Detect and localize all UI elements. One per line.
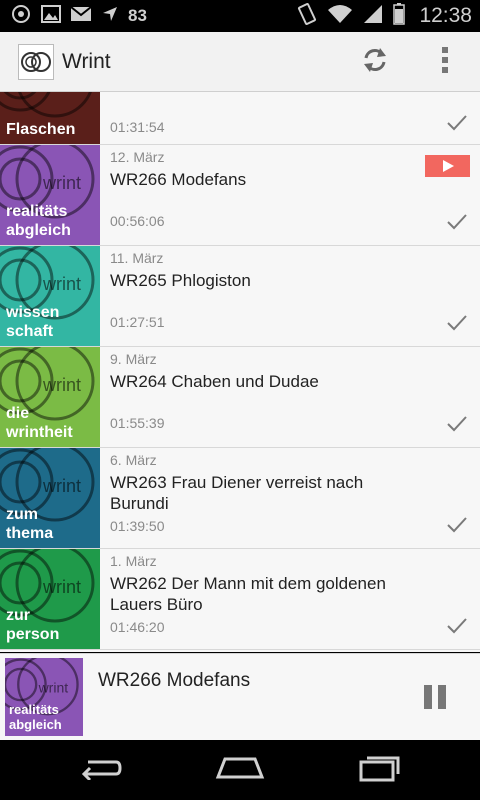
playing-indicator[interactable]	[425, 155, 470, 177]
episode-date: 12. März	[110, 149, 165, 165]
category-label: die wrintheit	[6, 405, 73, 441]
back-icon	[78, 756, 122, 785]
category-label: zur person	[6, 607, 60, 643]
podcast-logo-text: wrint	[42, 476, 81, 496]
signal-icon	[363, 4, 383, 29]
listened-check-icon[interactable]	[446, 516, 468, 534]
episode-duration: 01:55:39	[110, 415, 165, 431]
episode-title: WR262 Der Mann mit dem goldenen Lauers B…	[110, 574, 386, 614]
now-playing-title: WR266 Modefans	[98, 670, 251, 691]
episode-cover: wrint die wrintheit	[0, 347, 100, 447]
episode-row[interactable]: wrint realitäts abgleich 12. März WR266 Mode…	[0, 145, 480, 246]
episode-duration: 01:46:20	[110, 619, 165, 635]
app-title: Wrint	[62, 50, 111, 73]
episode-date: 11. März	[110, 250, 164, 266]
back-button[interactable]	[70, 750, 130, 790]
episode-title: WR263 Frau Diener verreist nach Burundi	[110, 473, 364, 513]
usb-icon	[10, 3, 32, 30]
episode-title: WR264 Chaben und Dudae	[110, 372, 319, 391]
episode-title: WR266 Modefans	[110, 170, 247, 189]
listened-check-icon[interactable]	[446, 114, 468, 132]
overflow-menu-button[interactable]	[430, 42, 460, 82]
episode-row[interactable]: wrint zum thema 6. März WR263 Frau Diener ve…	[0, 448, 480, 549]
status-bar: 83 12:38	[0, 0, 480, 32]
now-playing-bar[interactable]: wrint realitäts abgleich WR266 Modefans	[0, 653, 480, 740]
play-icon	[442, 160, 454, 172]
refresh-button[interactable]	[355, 42, 395, 82]
podcast-logo-text: wrint	[42, 375, 81, 395]
episode-date: 1. März	[110, 553, 157, 569]
episode-date: 6. März	[110, 452, 157, 468]
category-label: zum thema	[6, 506, 54, 542]
action-bar: Wrint	[0, 32, 480, 92]
episode-row[interactable]: Flaschen 01:31:54	[0, 92, 480, 145]
home-button[interactable]	[210, 750, 270, 790]
episode-list[interactable]: Flaschen 01:31:54 wrint realitäts abgleich 12…	[0, 92, 480, 652]
battery-icon	[393, 2, 406, 30]
episode-cover: wrint wissen schaft	[0, 246, 100, 346]
pause-icon	[420, 685, 450, 716]
pause-button[interactable]	[420, 682, 450, 712]
navigation-icon	[101, 5, 119, 28]
podcast-logo-text: wrint	[42, 577, 81, 597]
recents-icon	[358, 754, 402, 787]
listened-check-icon[interactable]	[446, 617, 468, 635]
episode-duration: 01:31:54	[110, 119, 165, 135]
episode-title: WR265 Phlogiston	[110, 271, 251, 290]
episode-duration: 01:39:50	[110, 518, 165, 534]
episode-row[interactable]: wrint die wrintheit 9. März WR264 Chaben und…	[0, 347, 480, 448]
category-label: Flaschen	[6, 121, 76, 138]
listened-check-icon[interactable]	[446, 415, 468, 433]
navigation-bar	[0, 740, 480, 800]
category-label: realitäts abgleich	[6, 203, 71, 239]
category-label: realitäts abgleich	[9, 702, 62, 732]
category-label: wissen schaft	[6, 304, 60, 340]
gmail-icon	[70, 5, 92, 27]
image-icon	[41, 4, 61, 28]
listened-check-icon[interactable]	[446, 314, 468, 332]
episode-cover: wrint zur person	[0, 549, 100, 649]
podcast-logo-text: wrint	[42, 173, 81, 193]
battery-level-text: 83	[128, 6, 147, 25]
episode-row[interactable]: wrint zur person 1. März WR262 Der Mann mit …	[0, 549, 480, 650]
clock: 12:38	[419, 4, 472, 27]
listened-check-icon[interactable]	[446, 213, 468, 231]
now-playing-cover: wrint realitäts abgleich	[5, 658, 83, 736]
episode-cover: wrint zum thema	[0, 448, 100, 548]
episode-cover: Flaschen	[0, 92, 100, 144]
podcast-logo-text: wrint	[42, 274, 81, 294]
app-logo-icon[interactable]	[18, 44, 54, 80]
recents-button[interactable]	[350, 750, 410, 790]
home-icon	[215, 755, 265, 786]
podcast-logo-text: wrint	[38, 679, 69, 695]
vibrate-icon	[297, 2, 317, 30]
episode-duration: 00:56:06	[110, 213, 165, 229]
overflow-menu-icon	[441, 46, 449, 79]
episode-cover: wrint realitäts abgleich	[0, 145, 100, 245]
episode-row[interactable]: wrint wissen schaft 11. März WR265 Phlogisto…	[0, 246, 480, 347]
refresh-icon	[360, 45, 390, 80]
episode-date: 9. März	[110, 351, 157, 367]
wifi-icon	[327, 4, 353, 29]
episode-duration: 01:27:51	[110, 314, 165, 330]
